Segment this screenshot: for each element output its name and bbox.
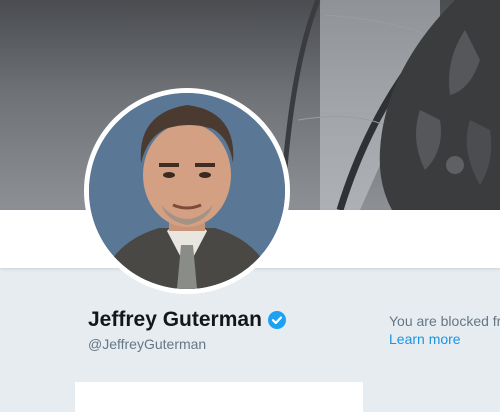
learn-more-link[interactable]: Learn more	[389, 331, 461, 347]
profile-handle: @JeffreyGuterman	[88, 336, 207, 352]
avatar[interactable]	[84, 88, 290, 294]
content-card	[75, 382, 363, 412]
blocked-notice-text: You are blocked fr	[389, 313, 500, 329]
avatar-image	[89, 93, 285, 289]
profile-name-text: Jeffrey Guterman	[88, 308, 262, 331]
verified-badge-icon	[267, 311, 286, 329]
profile-name: Jeffrey Guterman	[88, 308, 286, 332]
